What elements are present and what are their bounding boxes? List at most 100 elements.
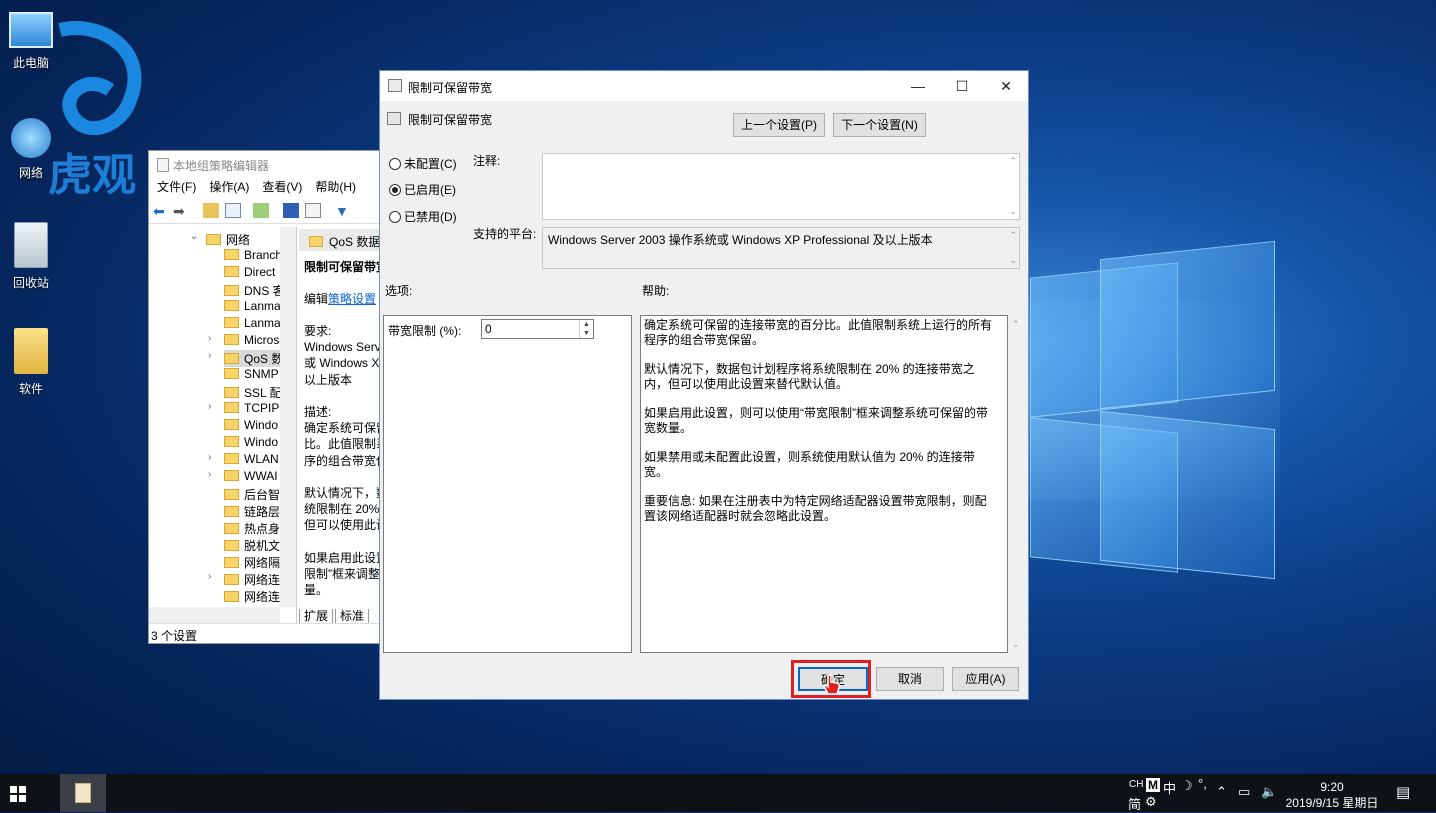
tree-item[interactable]: 脱机文	[224, 537, 280, 554]
tab-standard[interactable]: 标准	[335, 609, 370, 624]
tree-item[interactable]: 网络隔	[224, 554, 280, 571]
properties-icon[interactable]	[305, 203, 321, 218]
tree-item[interactable]: 网络连	[224, 588, 280, 605]
tree-item[interactable]: Windo	[224, 418, 278, 435]
policy-setting-icon	[388, 79, 402, 92]
desktop-icon-recycle-bin[interactable]: 回收站	[0, 222, 62, 291]
tree-item[interactable]: › WLAN	[208, 452, 279, 469]
folder-icon	[224, 453, 239, 464]
scroll-up-icon[interactable]: ⌃	[1009, 156, 1017, 167]
expand-arrow-icon[interactable]: ›	[208, 333, 211, 344]
scroll-down-icon[interactable]: ⌄	[1009, 255, 1017, 266]
close-icon[interactable]: ✕	[984, 71, 1028, 101]
comment-textarea[interactable]: ⌃ ⌄	[542, 153, 1020, 220]
minimize-icon[interactable]: —	[896, 71, 940, 101]
filter-icon[interactable]: ▼	[335, 203, 351, 219]
tree-item[interactable]: Windo	[224, 435, 278, 452]
tree-item[interactable]: Lanma	[224, 299, 281, 316]
tree-item[interactable]: › QoS 数	[208, 350, 284, 367]
show-hidden-icons-icon[interactable]: ⌃	[1216, 784, 1227, 800]
tree-item[interactable]: Branch	[224, 248, 282, 265]
tree-item[interactable]: Direct	[224, 265, 275, 282]
gp-edit-policy-link[interactable]: 策略设置	[328, 292, 376, 306]
taskbar-app-policy-editor[interactable]	[60, 774, 106, 812]
policy-editor-icon	[75, 783, 91, 803]
menu-file[interactable]: 文件(F)	[157, 178, 196, 198]
folder-icon	[224, 436, 239, 447]
menu-view[interactable]: 查看(V)	[262, 178, 302, 198]
tree-item-label: 网络连	[244, 590, 281, 604]
help-paragraph: 如果禁用或未配置此设置，则系统使用默认值为 20% 的连接带宽。	[644, 450, 975, 479]
spin-down-icon[interactable]: ▼	[579, 329, 593, 338]
radio-enabled[interactable]: 已启用(E)	[389, 181, 456, 198]
tree-item[interactable]: 链路层	[224, 503, 280, 520]
network-status-icon[interactable]: ▭	[1238, 784, 1250, 800]
menu-help[interactable]: 帮助(H)	[315, 178, 356, 198]
tab-extended[interactable]: 扩展	[299, 609, 334, 624]
tree-horizontal-scrollbar[interactable]	[149, 607, 280, 623]
clock[interactable]: 9:20 2019/9/15 星期日	[1282, 779, 1382, 811]
dialog-titlebar[interactable]: 限制可保留带宽 — ☐ ✕	[380, 71, 1028, 101]
expand-arrow-icon[interactable]: ›	[208, 469, 211, 480]
desktop-icon-software[interactable]: 软件	[0, 328, 62, 397]
menu-action[interactable]: 操作(A)	[209, 178, 249, 198]
desktop-icon-network[interactable]: 网络	[0, 118, 62, 181]
expand-arrow-icon[interactable]: ⌄	[190, 231, 198, 242]
ime-simplified[interactable]: 简	[1128, 794, 1141, 813]
ime-mode[interactable]: M	[1146, 778, 1160, 792]
tree-item[interactable]: SNMP	[224, 367, 279, 384]
spin-up-icon[interactable]: ▲	[579, 320, 593, 329]
tree-item[interactable]: › Micros	[208, 333, 279, 350]
help-icon[interactable]	[283, 203, 299, 218]
help-text: 确定系统可保留的连接带宽的百分比。此值限制系统上运行的所有程序的组合带宽保留。默…	[644, 318, 994, 538]
desktop-icon-this-pc[interactable]: 此电脑	[0, 12, 62, 71]
gp-titlebar[interactable]: 本地组策略编辑器	[149, 151, 383, 178]
tree-vertical-scrollbar[interactable]	[280, 227, 296, 607]
maximize-icon[interactable]: ☐	[940, 71, 984, 101]
tree-item[interactable]: DNS 客	[224, 282, 285, 299]
tree-item[interactable]: 热点身	[224, 520, 280, 537]
expand-arrow-icon[interactable]: ›	[208, 452, 211, 463]
tree-item[interactable]: ⌄ 网络	[190, 231, 250, 248]
tree-item[interactable]: › TCPIP	[208, 401, 279, 418]
scroll-up-icon[interactable]: ⌃	[1009, 230, 1017, 241]
apply-button[interactable]: 应用(A)	[952, 667, 1019, 691]
help-scroll-up-icon[interactable]: ⌃	[1012, 319, 1026, 330]
moon-icon[interactable]: ☽	[1181, 778, 1193, 794]
volume-icon[interactable]: 🔈	[1261, 784, 1277, 800]
forward-icon[interactable]: ➡	[173, 203, 189, 219]
tree-item[interactable]: › WWAI	[208, 469, 278, 486]
tree-item[interactable]: SSL 配	[224, 384, 282, 401]
ime-language[interactable]: CH	[1129, 779, 1143, 790]
previous-setting-button[interactable]: 上一个设置(P)	[733, 113, 825, 137]
expand-arrow-icon[interactable]: ›	[208, 350, 211, 361]
action-center-icon[interactable]: ▤	[1396, 783, 1410, 801]
start-windows-icon[interactable]	[10, 786, 26, 802]
gp-detail-line: 量。	[304, 583, 329, 598]
export-icon[interactable]	[253, 203, 269, 218]
gp-tree-pane: ⌄ 网络 Branch Direct DNS 客 Lanma Lanma › Micros › Qo…	[149, 227, 297, 623]
cancel-button[interactable]: 取消	[876, 667, 944, 691]
help-paragraph: 重要信息: 如果在注册表中为特定网络适配器设置带宽限制，则配置该网络适配器时就会…	[644, 494, 987, 523]
expand-arrow-icon[interactable]: ›	[208, 571, 211, 582]
punctuation-icon[interactable]: °,	[1198, 776, 1207, 791]
ime-chinese[interactable]: 中	[1163, 778, 1176, 797]
radio-disabled[interactable]: 已禁用(D)	[389, 208, 457, 225]
policy-setting-dialog[interactable]: 限制可保留带宽 — ☐ ✕ 限制可保留带宽 上一个设置(P) 下一个设置(N) …	[379, 70, 1029, 700]
radio-not-configured[interactable]: 未配置(C)	[389, 155, 457, 172]
radio-label: 未配置(C)	[404, 157, 457, 171]
show-hide-tree-icon[interactable]	[225, 203, 241, 218]
tree-item[interactable]: › 网络连	[208, 571, 280, 588]
tree-item[interactable]: 后台智	[224, 486, 280, 503]
group-policy-editor-window[interactable]: 本地组策略编辑器 文件(F) 操作(A) 查看(V) 帮助(H) ⬅ ➡ ▼ ⌄…	[148, 150, 385, 644]
back-icon[interactable]: ⬅	[153, 203, 169, 219]
bandwidth-limit-spinbox[interactable]: 0 ▲ ▼	[481, 319, 594, 339]
scroll-down-icon[interactable]: ⌄	[1009, 206, 1017, 217]
expand-arrow-icon[interactable]: ›	[208, 401, 211, 412]
next-setting-button[interactable]: 下一个设置(N)	[833, 113, 926, 137]
help-scroll-down-icon[interactable]: ⌄	[1012, 639, 1026, 650]
up-folder-icon[interactable]	[203, 203, 219, 218]
tree-item[interactable]: Lanma	[224, 316, 281, 333]
gp-detail-line: 序的组合带宽保	[304, 453, 385, 468]
ime-settings-icon[interactable]: ⚙	[1145, 794, 1157, 810]
